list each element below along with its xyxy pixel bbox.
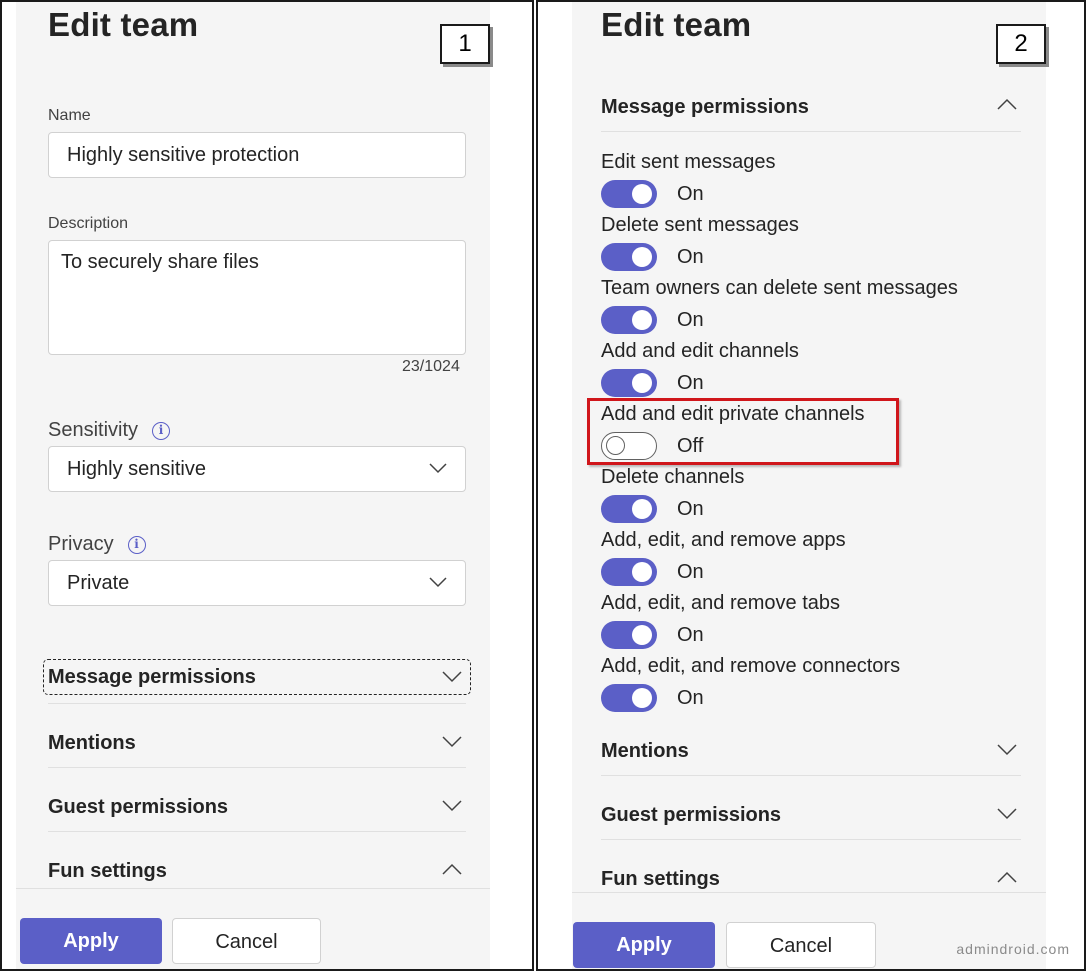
toggle-label: Add, edit, and remove connectors [601, 655, 901, 677]
privacy-value: Private [67, 572, 130, 594]
sensitivity-value: Highly sensitive [67, 458, 206, 480]
section-fun-settings[interactable]: Fun settings [601, 840, 1021, 904]
toggle-state: On [677, 624, 704, 646]
section-label: Guest permissions [48, 796, 229, 818]
privacy-label-text: Privacy [48, 533, 114, 555]
privacy-label: Privacy i [48, 533, 146, 556]
section-message-permissions[interactable]: Message permissions [601, 68, 1021, 132]
toggle-state: On [677, 498, 704, 520]
step-badge: 1 [440, 24, 490, 64]
toggle-label: Edit sent messages [601, 151, 776, 173]
chevron-down-icon [997, 808, 1017, 820]
add-edit-channels-toggle[interactable] [601, 369, 657, 397]
chevron-down-icon [442, 671, 462, 683]
info-icon[interactable]: i [127, 535, 146, 554]
toggle-label: Add and edit channels [601, 340, 799, 362]
delete-channels-toggle[interactable] [601, 495, 657, 523]
name-input-value: Highly sensitive protection [67, 144, 300, 166]
chevron-up-icon [997, 871, 1017, 883]
section-mentions[interactable]: Mentions [48, 704, 466, 768]
tabs-toggle[interactable] [601, 621, 657, 649]
section-message-permissions[interactable]: Message permissions [43, 640, 471, 704]
character-counter: 23/1024 [402, 358, 460, 375]
chevron-down-icon [429, 463, 447, 474]
privacy-dropdown[interactable]: Private [48, 560, 466, 606]
toggle-state: On [677, 309, 704, 331]
edit-sent-messages-toggle[interactable] [601, 180, 657, 208]
page-title: Edit team [601, 6, 752, 43]
sensitivity-label: Sensitivity i [48, 419, 171, 442]
toggle-label: Delete channels [601, 466, 745, 488]
step-badge: 2 [996, 24, 1046, 64]
chevron-up-icon [442, 863, 462, 875]
section-label: Fun settings [48, 860, 167, 882]
section-fun-settings[interactable]: Fun settings [48, 832, 466, 896]
watermark: admindroid.com [956, 941, 1070, 957]
edit-team-panel-1: Edit team 1 Name Highly sensitive protec… [0, 0, 534, 971]
toggle-state: On [677, 687, 704, 709]
owners-delete-messages-toggle[interactable] [601, 306, 657, 334]
toggle-state: On [677, 561, 704, 583]
footer-divider [16, 888, 490, 889]
description-label: Description [48, 215, 129, 232]
chevron-down-icon [429, 577, 447, 588]
cancel-button[interactable]: Cancel [726, 922, 876, 968]
page-title: Edit team [48, 6, 199, 43]
apps-toggle[interactable] [601, 558, 657, 586]
sensitivity-dropdown[interactable]: Highly sensitive [48, 446, 466, 492]
toggle-label: Delete sent messages [601, 214, 799, 236]
chevron-up-icon [997, 98, 1017, 110]
toggle-state: On [677, 372, 704, 394]
toggle-label: Add, edit, and remove tabs [601, 592, 841, 614]
section-mentions[interactable]: Mentions [601, 712, 1021, 776]
toggle-label: Add and edit private channels [601, 403, 865, 425]
edit-team-panel-2: Edit team 2 Message permissions Edit sen… [536, 0, 1086, 971]
chevron-down-icon [442, 736, 462, 748]
footer-divider [572, 892, 1046, 893]
apply-button[interactable]: Apply [20, 918, 162, 964]
sensitivity-label-text: Sensitivity [48, 419, 139, 441]
section-guest-permissions[interactable]: Guest permissions [601, 776, 1021, 840]
toggle-state: On [677, 246, 704, 268]
section-label: Mentions [48, 732, 136, 754]
name-label: Name [48, 107, 91, 124]
description-textarea[interactable]: To securely share files [48, 240, 466, 355]
info-icon[interactable]: i [152, 421, 171, 440]
toggle-state: Off [677, 435, 704, 457]
delete-sent-messages-toggle[interactable] [601, 243, 657, 271]
toggle-state: On [677, 183, 704, 205]
chevron-down-icon [997, 744, 1017, 756]
toggle-label: Add, edit, and remove apps [601, 529, 846, 551]
connectors-toggle[interactable] [601, 684, 657, 712]
cancel-button[interactable]: Cancel [172, 918, 321, 964]
add-edit-private-channels-toggle[interactable] [601, 432, 657, 460]
section-label: Message permissions [48, 666, 256, 688]
section-label: Guest permissions [601, 804, 782, 826]
toggle-label: Team owners can delete sent messages [601, 277, 958, 299]
description-value: To securely share files [61, 251, 259, 273]
apply-button[interactable]: Apply [573, 922, 715, 968]
section-guest-permissions[interactable]: Guest permissions [48, 768, 466, 832]
chevron-down-icon [442, 800, 462, 812]
section-label: Mentions [601, 740, 689, 762]
section-label: Fun settings [601, 868, 720, 890]
section-label: Message permissions [601, 96, 809, 118]
name-input[interactable]: Highly sensitive protection [48, 132, 466, 178]
